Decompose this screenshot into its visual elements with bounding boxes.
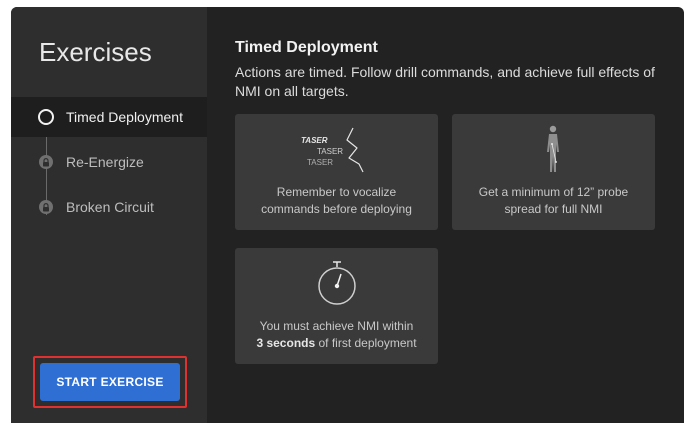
tip-card-timer: You must achieve NMI within 3 seconds of… xyxy=(235,248,438,364)
start-exercise-button[interactable]: START EXERCISE xyxy=(40,363,180,401)
tip-caption: Get a minimum of 12” probe spread for fu… xyxy=(478,185,629,216)
exercise-item-re-energize[interactable]: Re-Energize xyxy=(11,142,207,182)
app-window: Exercises Timed Deployment Re-Energize B… xyxy=(11,7,684,423)
art-word: TASER xyxy=(301,136,328,145)
exercise-detail: Timed Deployment Actions are timed. Foll… xyxy=(207,7,684,423)
exercise-item-broken-circuit[interactable]: Broken Circuit xyxy=(11,187,207,227)
taser-voice-icon: TASER TASER TASER xyxy=(301,127,364,173)
exercise-title: Timed Deployment xyxy=(235,39,378,56)
stopwatch-icon xyxy=(318,261,356,305)
tip-caption: You must achieve NMI within 3 seconds of… xyxy=(256,319,417,350)
tip-caption: Remember to vocalize commands before dep… xyxy=(261,185,412,216)
lock-icon xyxy=(38,154,54,170)
art-word: TASER xyxy=(307,158,333,167)
lock-icon xyxy=(38,199,54,215)
exercise-item-timed-deployment[interactable]: Timed Deployment xyxy=(11,97,207,137)
start-button-highlight: START EXERCISE xyxy=(33,356,187,408)
exercise-description: Actions are timed. Follow drill commands… xyxy=(235,64,655,99)
exercise-item-label: Re-Energize xyxy=(66,154,144,170)
sidebar-title: Exercises xyxy=(39,37,152,67)
exercise-item-label: Timed Deployment xyxy=(66,109,183,125)
current-step-icon xyxy=(38,109,54,125)
tip-card-vocalize: TASER TASER TASER Remember to vocalize c… xyxy=(235,114,438,230)
emphasis-text: 3 seconds xyxy=(256,336,316,350)
exercise-item-label: Broken Circuit xyxy=(66,199,154,215)
human-figure-icon xyxy=(547,125,559,172)
tip-card-probe-spread: Get a minimum of 12” probe spread for fu… xyxy=(452,114,655,230)
exercise-sidebar: Exercises Timed Deployment Re-Energize B… xyxy=(11,7,207,423)
art-word: TASER xyxy=(317,147,343,156)
